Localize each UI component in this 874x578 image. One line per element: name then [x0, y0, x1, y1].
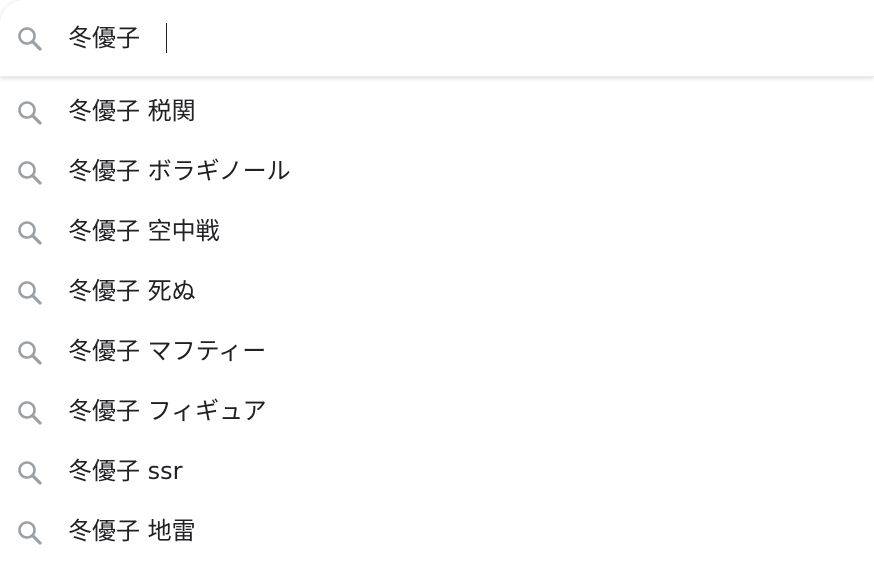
- search-icon: [16, 399, 44, 427]
- text-cursor: [166, 23, 167, 53]
- search-box[interactable]: 冬優子: [0, 0, 874, 77]
- suggestion-item[interactable]: 冬優子 ssr: [0, 441, 874, 501]
- suggestion-label: 冬優子 死ぬ: [68, 277, 196, 305]
- suggestion-label: 冬優子 地雷: [68, 517, 196, 545]
- search-icon: [16, 279, 44, 307]
- suggestion-label: 冬優子 税関: [68, 97, 196, 125]
- suggestion-label: 冬優子 フィギュア: [68, 397, 267, 425]
- suggestion-item[interactable]: 冬優子 マフティー: [0, 321, 874, 381]
- search-query-text: 冬優子: [68, 24, 140, 52]
- suggestion-item[interactable]: 冬優子 地雷: [0, 501, 874, 561]
- search-icon: [16, 99, 44, 127]
- search-icon: [16, 339, 44, 367]
- suggestion-item[interactable]: 冬優子 ボラギノール: [0, 141, 874, 201]
- suggestion-item[interactable]: 冬優子 税関: [0, 81, 874, 141]
- search-icon: [16, 25, 44, 53]
- suggestion-label: 冬優子 ボラギノール: [68, 157, 291, 185]
- search-icon: [16, 459, 44, 487]
- suggestion-list: 冬優子 税関 冬優子 ボラギノール 冬優子 空中戦 冬優子 死ぬ 冬優子 マフテ…: [0, 81, 874, 561]
- suggestion-label: 冬優子 マフティー: [68, 337, 267, 365]
- search-icon: [16, 219, 44, 247]
- suggestion-item[interactable]: 冬優子 死ぬ: [0, 261, 874, 321]
- suggestion-label: 冬優子 空中戦: [68, 217, 220, 245]
- suggestion-item[interactable]: 冬優子 空中戦: [0, 201, 874, 261]
- suggestion-item[interactable]: 冬優子 フィギュア: [0, 381, 874, 441]
- search-icon: [16, 159, 44, 187]
- search-icon: [16, 519, 44, 547]
- suggestion-label: 冬優子 ssr: [68, 457, 183, 485]
- search-input[interactable]: 冬優子: [68, 22, 167, 54]
